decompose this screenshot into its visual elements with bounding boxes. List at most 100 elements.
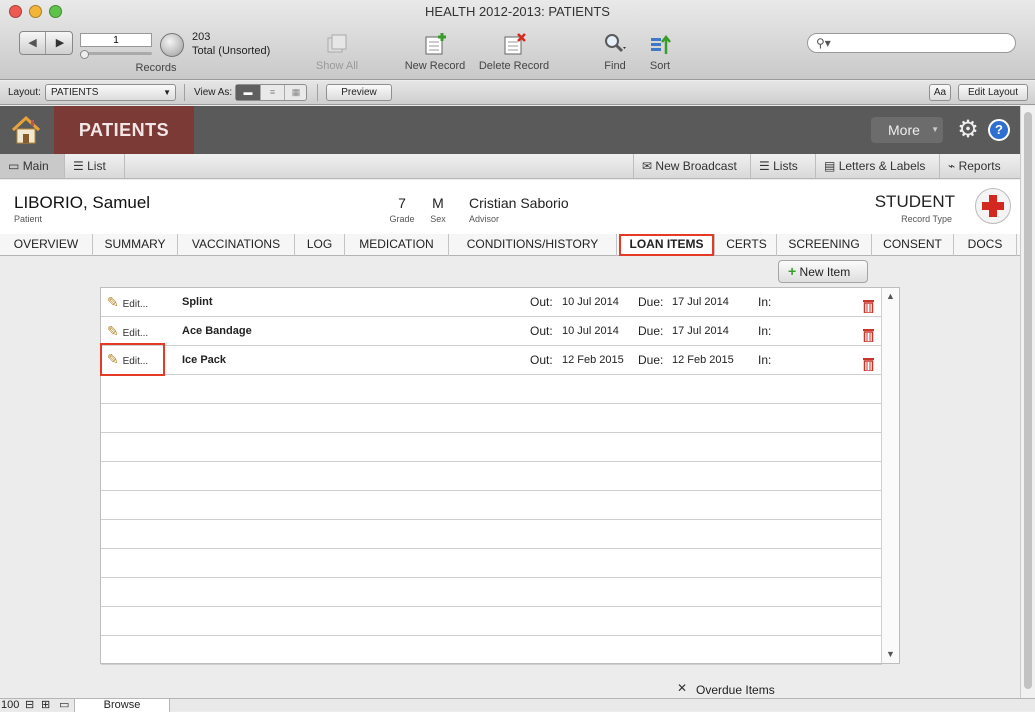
found-status: Total (Unsorted) [192,45,271,57]
overdue-checkbox[interactable]: ✕ [677,682,687,694]
out-date[interactable]: 10 Jul 2014 [562,288,619,317]
nav-list[interactable]: ☰ List [65,154,125,178]
edit-layout-button[interactable]: Edit Layout [958,84,1028,101]
search-icon: ⚲▾ [816,36,831,50]
nav-letters-labels[interactable]: ▤ Letters & Labels [816,154,940,178]
edit-item-button[interactable]: ✎ Edit... [107,291,161,313]
home-icon[interactable] [10,114,42,146]
window-title: HEALTH 2012-2013: PATIENTS [425,4,610,19]
mode-indicator[interactable]: Browse [74,699,170,712]
record-number-field[interactable] [80,33,152,47]
found-count: 203 [192,31,211,43]
empty-row [101,549,882,578]
trash-icon[interactable] [863,353,874,372]
patient-name[interactable]: LIBORIO, Samuel [14,193,150,213]
list-view-icon[interactable]: ≡ [260,85,284,100]
scroll-down-icon[interactable]: ▼ [886,649,895,659]
loan-item-row[interactable]: ✎ Edit... Ace Bandage Out: 10 Jul 2014 Due: 1… [101,317,882,346]
sort-button[interactable]: Sort [643,32,677,72]
edit-item-button[interactable]: ✎ Edit... [100,343,165,376]
tab-loan-items[interactable]: LOAN ITEMS [619,234,715,256]
document-icon: ▤ [824,159,836,173]
preview-button[interactable]: Preview [326,84,392,101]
tab-medication[interactable]: MEDICATION [345,234,449,256]
next-record-icon[interactable]: ▶ [47,32,73,54]
toggle-status-icon[interactable]: ▭ [59,698,69,711]
layout-select[interactable]: PATIENTS ▼ [45,84,176,101]
search-input[interactable] [838,36,1008,50]
item-name[interactable]: Splint [182,288,213,317]
record-type-value[interactable]: STUDENT [855,192,955,212]
due-date[interactable]: 12 Feb 2015 [672,346,734,375]
due-date[interactable]: 17 Jul 2014 [672,317,729,346]
new-item-button[interactable]: + New Item [778,260,868,283]
nav-lists[interactable]: ☰ Lists [751,154,816,178]
tab-summary[interactable]: SUMMARY [93,234,178,256]
text-format-icon[interactable]: Aa [929,84,951,101]
zoom-in-icon[interactable]: ⊞ [41,698,50,711]
list-icon: ☰ [759,159,770,173]
trash-icon[interactable] [863,324,874,343]
delete-record-button[interactable]: Delete Record [475,32,553,72]
advisor-label: Advisor [469,214,500,224]
show-all-button[interactable]: Show All [305,32,369,72]
tab-overview[interactable]: OVERVIEW [0,234,93,256]
sex-label: Sex [430,214,446,224]
out-date[interactable]: 12 Feb 2015 [562,346,624,375]
grade-value[interactable]: 7 [391,195,413,211]
found-set-pie-icon [160,33,184,57]
empty-row [101,433,882,462]
tab-conditions-history[interactable]: CONDITIONS/HISTORY [449,234,617,256]
record-slider[interactable] [80,52,152,55]
trash-icon[interactable] [863,295,874,314]
record-type-label: Record Type [901,214,952,224]
nav-reports[interactable]: ⌁ Reports [940,154,1020,178]
scrollbar-thumb[interactable] [1024,112,1032,689]
empty-row [101,607,882,636]
search-field[interactable]: ⚲▾ [807,33,1016,53]
gear-icon[interactable]: ⚙ [956,118,980,142]
find-button[interactable]: Find [597,32,633,72]
previous-record-icon[interactable]: ◀ [20,32,46,54]
item-name[interactable]: Ice Pack [182,346,226,375]
pencil-icon: ✎ [107,323,123,339]
zoom-out-icon[interactable]: ⊟ [25,698,34,711]
chevron-down-icon: ▼ [163,88,171,97]
advisor-value[interactable]: Cristian Saborio [469,195,569,211]
empty-row [101,520,882,549]
tab-vaccinations[interactable]: VACCINATIONS [178,234,295,256]
out-date[interactable]: 10 Jul 2014 [562,317,619,346]
due-label: Due: [638,295,664,309]
window-scrollbar[interactable] [1020,106,1035,698]
new-record-button[interactable]: New Record [400,32,470,72]
tab-certs[interactable]: CERTS [717,234,777,256]
table-view-icon[interactable]: ▦ [284,85,307,100]
empty-row [101,462,882,491]
form-view-icon[interactable]: ▬ [236,85,260,100]
item-name[interactable]: Ace Bandage [182,317,252,346]
record-slider-handle[interactable] [80,50,89,59]
edit-item-button[interactable]: ✎ Edit... [107,320,161,342]
portal-scrollbar[interactable]: ▲ ▼ [881,288,899,663]
nav-main[interactable]: ▭ Main [0,154,65,178]
help-icon[interactable]: ? [988,119,1010,141]
window-icon: ▭ [8,159,20,173]
tab-consent[interactable]: CONSENT [872,234,954,256]
out-label: Out: [530,353,553,367]
scroll-up-icon[interactable]: ▲ [886,291,895,301]
nav-new-broadcast[interactable]: ✉ New Broadcast [633,154,751,178]
out-label: Out: [530,295,553,309]
loan-item-row[interactable]: ✎ Edit... Ice Pack Out: 12 Feb 2015 Due: 12 F… [100,343,882,376]
tab-screening[interactable]: SCREENING [777,234,872,256]
toolbar: HEALTH 2012-2013: PATIENTS ◀ ▶ Records 2… [0,0,1035,80]
tab-log[interactable]: LOG [295,234,345,256]
sex-value[interactable]: M [427,195,449,211]
zoom-level[interactable]: 100 [1,699,19,711]
loan-item-row[interactable]: ✎ Edit... Splint Out: 10 Jul 2014 Due: 17 Jul… [101,288,882,317]
tab-docs[interactable]: DOCS [954,234,1017,256]
status-bar: 100 ⊟ ⊞ ▭ Browse [0,698,1035,712]
view-as-label: View As: [194,87,233,98]
more-button[interactable]: More ▼ [871,117,943,143]
due-date[interactable]: 17 Jul 2014 [672,288,729,317]
empty-row [101,375,882,404]
